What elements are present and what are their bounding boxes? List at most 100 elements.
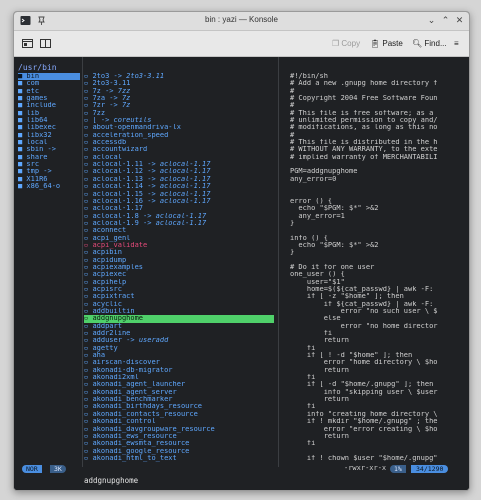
file-item[interactable]: ▫ akonadi-db-migrator bbox=[84, 367, 274, 374]
parent-dir-item[interactable]: ■ libx32 bbox=[18, 132, 80, 139]
file-item[interactable]: ▫ aclocal-1.11 -> aclocal-1.17 bbox=[84, 161, 274, 168]
parent-dir-item[interactable]: ■ lib bbox=[18, 110, 80, 117]
preview-line: else bbox=[290, 315, 341, 323]
file-item[interactable]: ▫ [ -> coreutils bbox=[84, 117, 274, 124]
file-item[interactable]: ▫ aha bbox=[84, 352, 274, 359]
file-item[interactable]: ▫ aclocal-1.8 -> aclocal-1.17 bbox=[84, 213, 274, 220]
file-item[interactable]: ▫ aclocal-1.14 -> aclocal-1.17 bbox=[84, 183, 274, 190]
file-item[interactable]: ▫ 2to3-3.11 bbox=[84, 80, 274, 87]
parent-dir-item[interactable]: ■ X11R6 bbox=[18, 176, 80, 183]
file-item[interactable]: ▫ acpi_validate bbox=[84, 242, 274, 249]
file-item[interactable]: ▫ akonadi_agent_launcher bbox=[84, 381, 274, 388]
file-item[interactable]: ▫ akonadi_contacts_resource bbox=[84, 411, 274, 418]
file-item[interactable]: ▫ akonadi_birthdays_resource bbox=[84, 403, 274, 410]
file-item[interactable]: ▫ akonadi_google_resource bbox=[84, 448, 274, 455]
split-view-icon[interactable] bbox=[40, 38, 51, 49]
file-item[interactable]: ▫ agetty bbox=[84, 345, 274, 352]
preview-line: error "no such user \ $ bbox=[290, 308, 438, 315]
preview-line: echo "$PGM: $*" >&2 bbox=[290, 241, 379, 249]
file-item[interactable]: ▫ acpixtract bbox=[84, 293, 274, 300]
parent-dir-item[interactable]: ■ etc bbox=[18, 88, 80, 95]
parent-dir-item[interactable]: ■ libexec bbox=[18, 124, 80, 131]
file-item[interactable]: ▫ accessdb bbox=[84, 139, 274, 146]
file-item[interactable]: ▫ about-openmandriva-lx bbox=[84, 124, 274, 131]
file-item[interactable]: ▫ accountwizard bbox=[84, 146, 274, 153]
parent-dir-item[interactable]: ■ games bbox=[18, 95, 80, 102]
parent-dir-item[interactable]: ■ lib64 bbox=[18, 117, 80, 124]
file-item[interactable]: ▫ aclocal-1.15 -> aclocal-1.17 bbox=[84, 191, 274, 198]
file-item[interactable]: ▫ addbuiltin bbox=[84, 308, 274, 315]
maximize-icon[interactable]: ⌃ bbox=[440, 15, 451, 26]
file-item[interactable]: ▫ akonadi_davgroupware_resource bbox=[84, 426, 274, 433]
file-name: 2to3-3.11 bbox=[92, 80, 131, 88]
file-item[interactable]: ▫ acpi_genl bbox=[84, 235, 274, 242]
parent-dir-item[interactable]: ■ share bbox=[18, 154, 80, 161]
file-item[interactable]: ▫ aclocal-1.16 -> aclocal-1.17 bbox=[84, 198, 274, 205]
file-item[interactable]: ▫ aconnect bbox=[84, 227, 274, 234]
file-item[interactable]: ▫ acpibin bbox=[84, 249, 274, 256]
file-item[interactable]: ▫ acpisrc bbox=[84, 286, 274, 293]
preview-line: error () { bbox=[290, 197, 333, 205]
command-line[interactable]: addgnupghome bbox=[84, 477, 138, 485]
preview-line: any_error=1 bbox=[290, 212, 345, 220]
parent-dir-item[interactable]: ■ sbin -> bbox=[18, 146, 80, 153]
file-item[interactable]: ▫ acpidump bbox=[84, 257, 274, 264]
terminal-view[interactable]: /usr/bin ■ bin ■ com ■ etc ■ games ■ include… bbox=[14, 57, 469, 490]
file-name: aclocal bbox=[92, 153, 122, 161]
file-item[interactable]: ▫ airscan-discover bbox=[84, 359, 274, 366]
find-button[interactable]: 🔍︎ Find... bbox=[412, 37, 447, 50]
file-item[interactable]: ▫ 7za -> 7z bbox=[84, 95, 274, 102]
file-item[interactable]: ▫ akonadi_ews_resource bbox=[84, 433, 274, 440]
file-item[interactable]: ▫ addpart bbox=[84, 323, 274, 330]
preview-line: PGM=addgnupghome bbox=[290, 168, 358, 176]
file-name: acpisrc bbox=[92, 285, 122, 293]
file-item[interactable]: ▫ akonadi_benchmarker bbox=[84, 396, 274, 403]
preview-line: user="$1" bbox=[290, 278, 345, 286]
file-item[interactable]: ▫ 7zr -> 7z bbox=[84, 102, 274, 109]
file-item[interactable]: ▫ 7zz bbox=[84, 110, 274, 117]
file-name: akonadi_birthdays_resource bbox=[92, 403, 203, 411]
file-list-pane[interactable]: ▫ 2to3 -> 2to3-3.11 ▫ 2to3-3.11 ▫ 7z -> 7z… bbox=[84, 73, 274, 465]
file-item[interactable]: ▫ akonadi_agent_server bbox=[84, 389, 274, 396]
file-item[interactable]: ▫ 7z -> 7zz bbox=[84, 88, 274, 95]
file-item[interactable]: ▫ acceleration_speed bbox=[84, 132, 274, 139]
file-item[interactable]: ▫ akonadi_control bbox=[84, 418, 274, 425]
file-item[interactable]: ▫ akonadi2xml bbox=[84, 374, 274, 381]
parent-dir-item[interactable]: ■ local bbox=[18, 139, 80, 146]
parent-dir-item[interactable]: ■ include bbox=[18, 102, 80, 109]
file-item[interactable]: ▫ acpiexamples bbox=[84, 264, 274, 271]
file-item[interactable]: ▫ akonadi_ewsmta_resource bbox=[84, 440, 274, 447]
file-item[interactable]: ▫ acyclic bbox=[84, 301, 274, 308]
file-item[interactable]: ▫ acpiexec bbox=[84, 271, 274, 278]
parent-dir-item[interactable]: ■ src bbox=[18, 161, 80, 168]
preview-pane[interactable]: #!/bin/sh # Add a new .gnupg home directo… bbox=[290, 73, 468, 465]
file-item[interactable]: ▫ aclocal-1.9 -> aclocal-1.17 bbox=[84, 220, 274, 227]
file-item[interactable]: ▫ aclocal-1.13 -> aclocal-1.17 bbox=[84, 176, 274, 183]
preview-line: } bbox=[290, 249, 295, 257]
close-icon[interactable]: ✕ bbox=[454, 15, 465, 26]
file-item[interactable]: ▫ 2to3 -> 2to3-3.11 bbox=[84, 73, 274, 80]
preview-line: # bbox=[290, 131, 295, 139]
parent-dir-item[interactable]: ■ tmp -> bbox=[18, 168, 80, 175]
file-item[interactable]: ▫ akonadi_html_to_text bbox=[84, 455, 274, 462]
file-item[interactable]: ▫ adduser -> useradd bbox=[84, 337, 274, 344]
parent-dir-item[interactable]: ■ com bbox=[18, 80, 80, 87]
window-title: bin : yazi — Konsole bbox=[205, 15, 278, 24]
menu-icon[interactable]: ≡ bbox=[454, 37, 459, 50]
file-item[interactable]: ▫ addgnupghome bbox=[84, 315, 274, 323]
file-name: aclocal-1.9 bbox=[92, 219, 139, 227]
file-item[interactable]: ▫ acpihelp bbox=[84, 279, 274, 286]
minimize-icon[interactable]: ⌄ bbox=[426, 15, 437, 26]
file-name: akonadi-db-migrator bbox=[92, 366, 173, 374]
paste-button[interactable]: 📋︎ Paste bbox=[370, 37, 403, 50]
copy-button[interactable]: ❐ Copy bbox=[332, 37, 360, 50]
new-tab-icon[interactable] bbox=[22, 38, 33, 49]
file-item[interactable]: ▫ addr2line bbox=[84, 330, 274, 337]
file-item[interactable]: ▫ aclocal bbox=[84, 154, 274, 161]
preview-line: fi bbox=[290, 403, 316, 411]
file-item[interactable]: ▫ aclocal-1.17 bbox=[84, 205, 274, 212]
parent-dir-item[interactable]: ■ x86_64-o bbox=[18, 183, 80, 190]
file-item[interactable]: ▫ aclocal-1.12 -> aclocal-1.17 bbox=[84, 168, 274, 175]
parent-directory-pane[interactable]: ■ bin ■ com ■ etc ■ games ■ include ■ lib ■ li… bbox=[18, 73, 80, 465]
parent-dir-item[interactable]: ■ bin bbox=[18, 73, 80, 81]
